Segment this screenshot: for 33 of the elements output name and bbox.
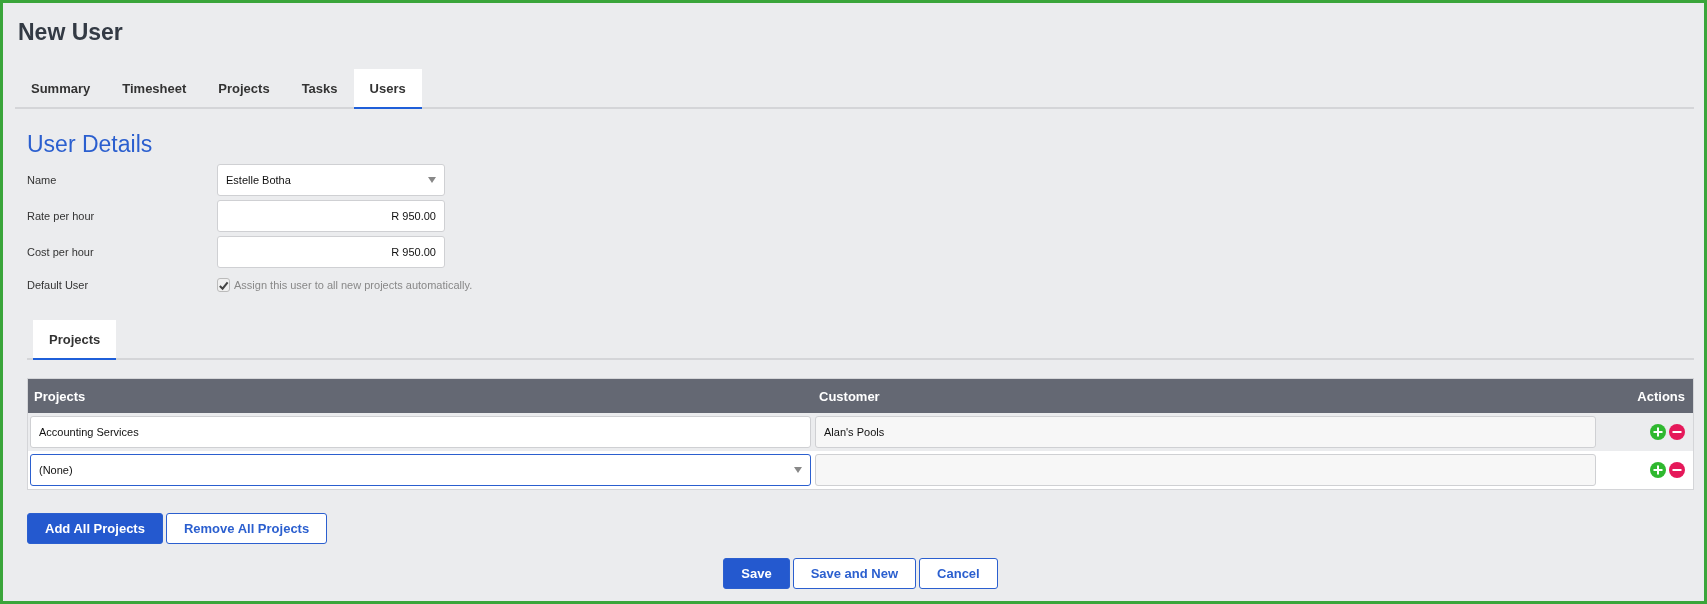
tab[interactable]: Users	[353, 69, 422, 109]
field-label: Cost per hour	[27, 246, 95, 258]
caret-icon	[428, 177, 436, 183]
button[interactable]: Add All Projects	[27, 513, 163, 544]
input-field[interactable]: R 950.00	[217, 236, 445, 268]
tab[interactable]: Projects	[202, 69, 286, 107]
button[interactable]: Remove All Projects	[165, 513, 328, 544]
name-dropdown[interactable]: Estelle Botha	[217, 164, 445, 196]
button[interactable]: Save and New	[792, 558, 917, 589]
caret-icon	[794, 467, 802, 473]
field-label: Name	[27, 174, 58, 186]
column-header: Actions	[1636, 388, 1686, 404]
project-field[interactable]: Accounting Services	[30, 416, 811, 448]
project-dropdown[interactable]: (None)	[30, 454, 811, 486]
page-title: New User	[17, 18, 124, 47]
tab[interactable]: Tasks	[285, 69, 354, 107]
button[interactable]: Cancel	[919, 558, 998, 589]
remove-icon[interactable]	[1669, 424, 1685, 440]
field-label: Default User	[27, 279, 90, 291]
button[interactable]: Save	[723, 558, 790, 589]
add-icon[interactable]	[1650, 462, 1666, 478]
remove-icon[interactable]	[1669, 462, 1685, 478]
customer-field: Alan's Pools	[815, 416, 1596, 448]
section-title: User Details	[27, 131, 154, 158]
tab[interactable]: Summary	[15, 69, 107, 107]
tab[interactable]: Projects	[33, 320, 117, 360]
checkbox-label: Assign this user to all new projects automatically.	[234, 279, 473, 291]
column-header: Customer	[818, 388, 881, 404]
input-field[interactable]: R 950.00	[217, 200, 445, 232]
tab[interactable]: Timesheet	[106, 69, 203, 107]
add-icon[interactable]	[1650, 424, 1666, 440]
field-label: Rate per hour	[27, 210, 96, 222]
column-header: Projects	[33, 388, 87, 404]
